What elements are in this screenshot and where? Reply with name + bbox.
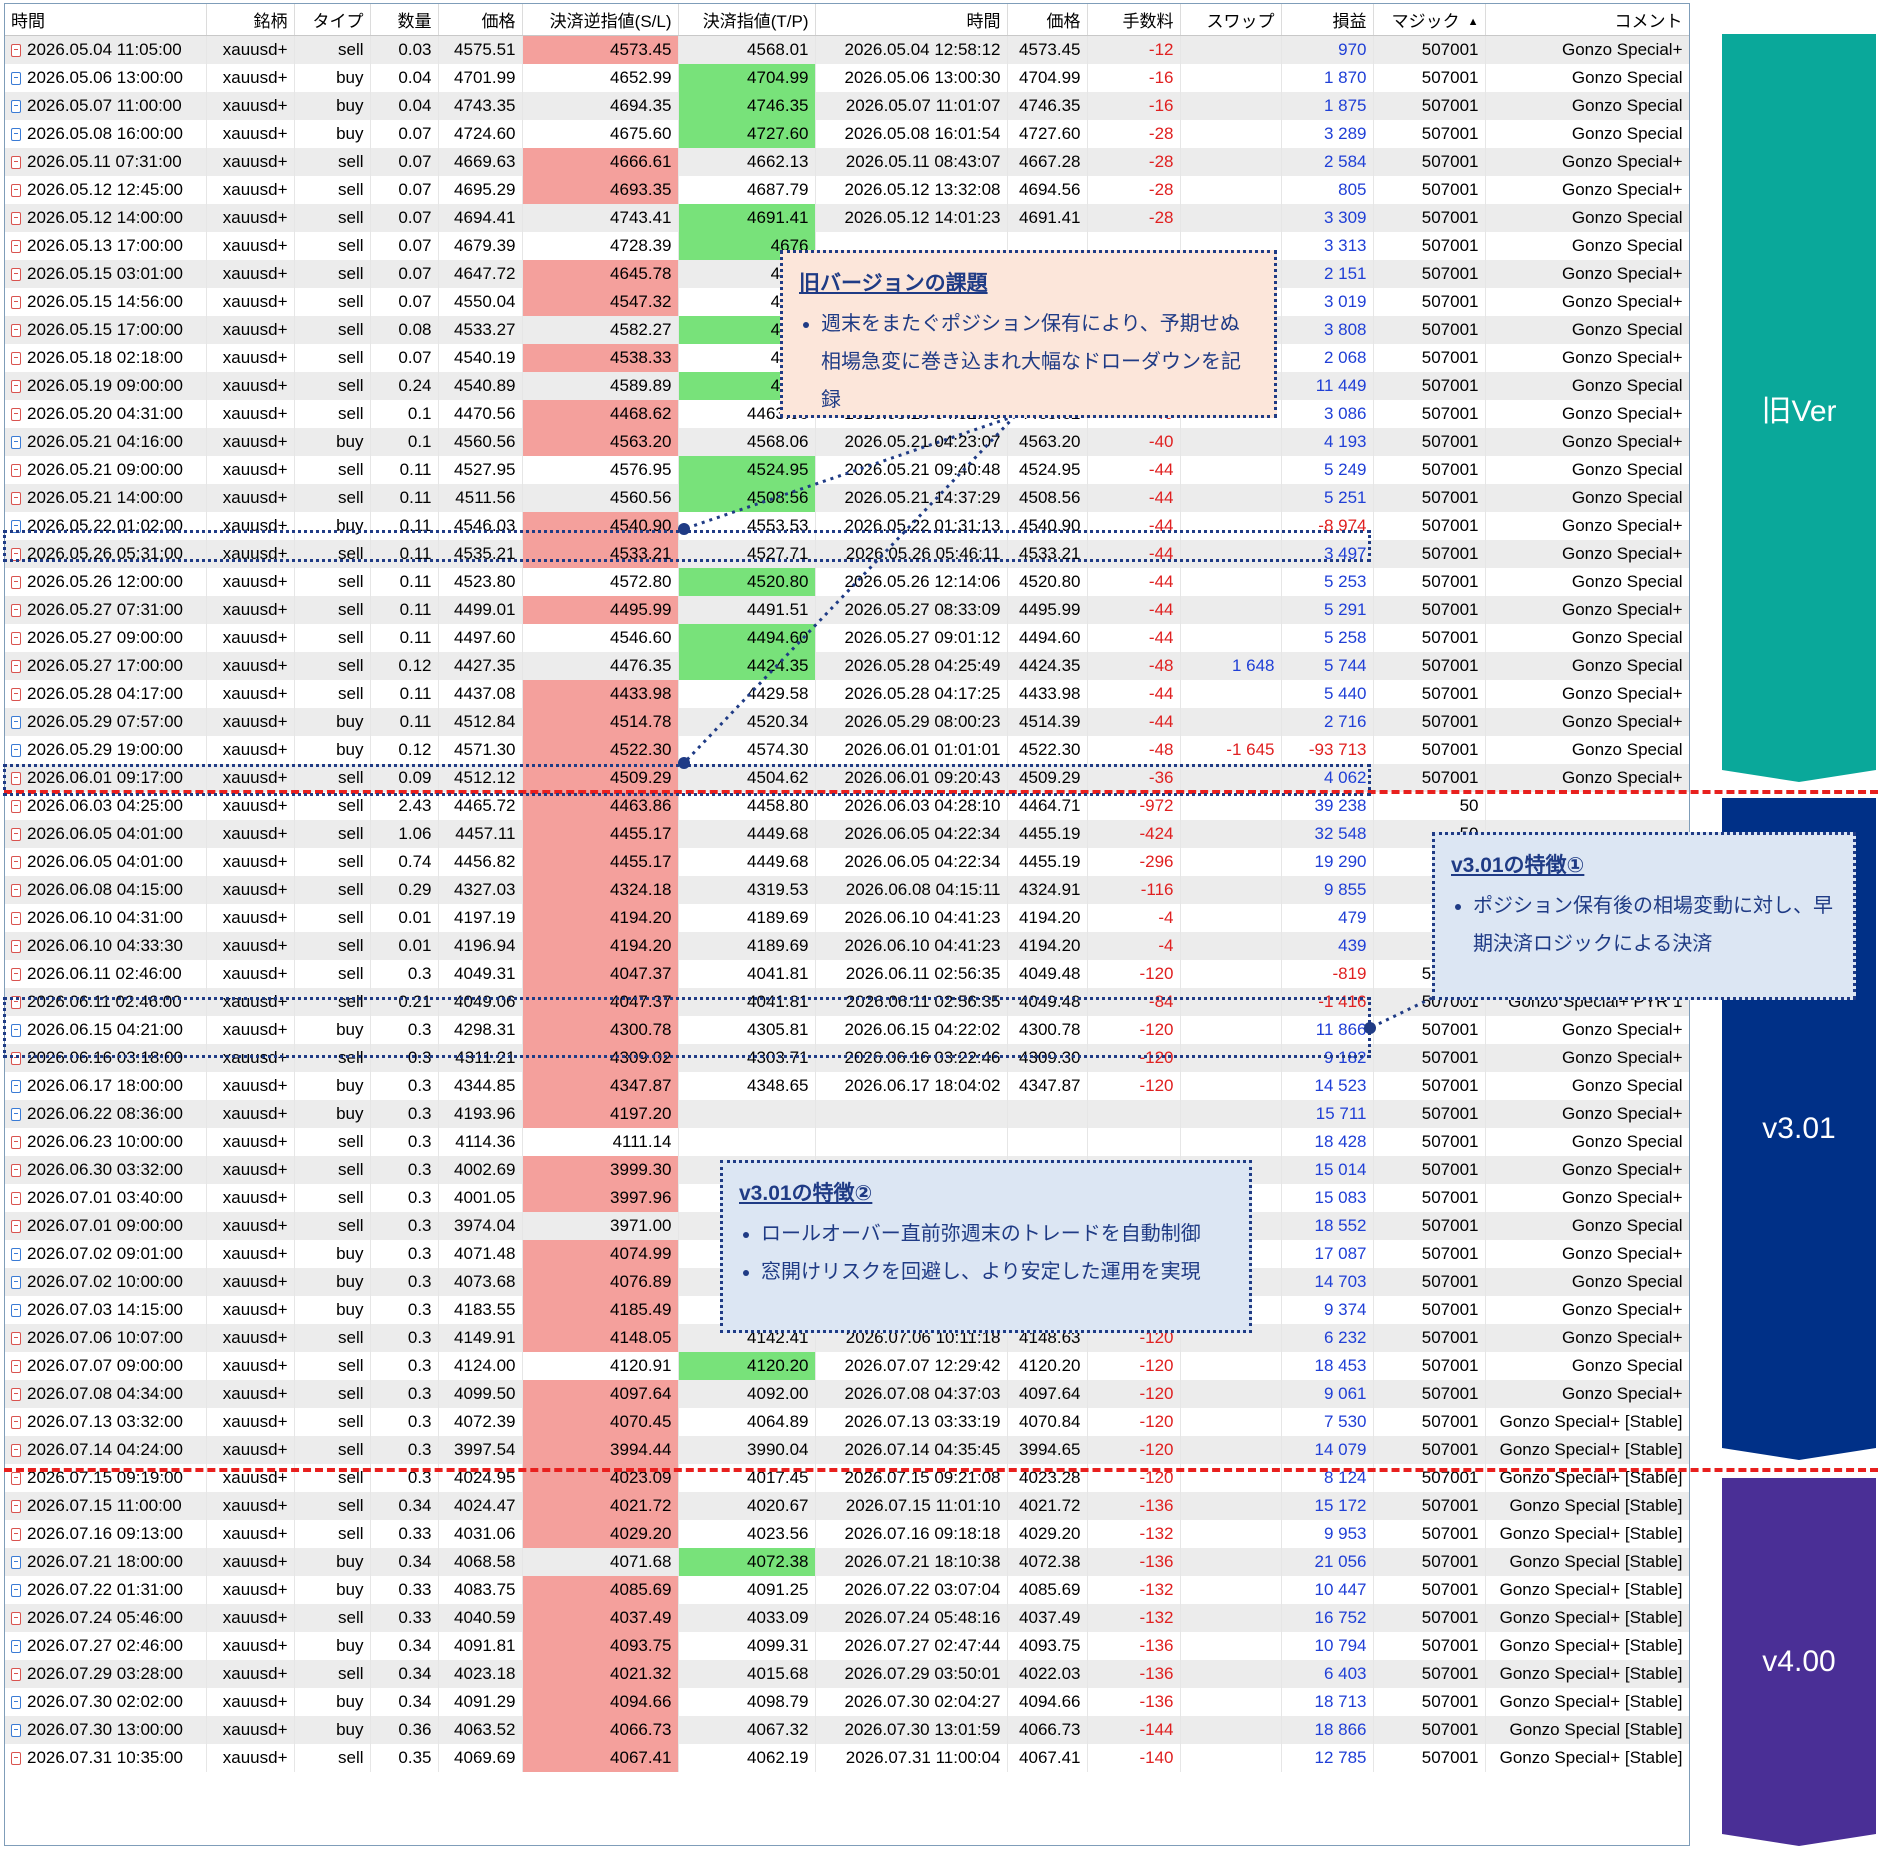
callout-old-version-issue: 旧バージョンの課題 週末をまたぐポジション保有により、予期せぬ相場急変に巻き込ま… <box>780 250 1277 418</box>
callout-v301a-title: v3.01の特徴① <box>1451 854 1585 877</box>
connector-line-2 <box>682 414 1017 765</box>
callout-old-bullet: 週末をまたぐポジション保有により、予期せぬ相場急変に巻き込まれ大幅なドローダウン… <box>821 305 1258 419</box>
callout-v301b-bullet-2: 窓開けリスクを回避し、より安定した運用を実現 <box>761 1253 1233 1291</box>
callout-v301a-list: ポジション保有後の相場変動に対し、早期決済ロジックによる決済 <box>1451 887 1837 963</box>
connector-dot-2 <box>678 757 690 769</box>
connector-dot-3 <box>1364 1022 1376 1034</box>
callout-v301b-title: v3.01の特徴② <box>739 1182 873 1205</box>
connector-dot-1 <box>678 523 690 535</box>
callout-old-title: 旧バージョンの課題 <box>799 272 988 295</box>
callout-v301-feature-1: v3.01の特徴① ポジション保有後の相場変動に対し、早期決済ロジックによる決済 <box>1432 832 1856 1000</box>
connector-line-3 <box>1369 996 1433 1030</box>
callout-v301b-list: ロールオーバー直前弥週末のトレードを自動制御 窓開けリスクを回避し、より安定した… <box>739 1215 1233 1291</box>
connector-line-1 <box>683 414 1016 531</box>
callout-v301b-bullet-1: ロールオーバー直前弥週末のトレードを自動制御 <box>761 1215 1233 1253</box>
callout-old-list: 週末をまたぐポジション保有により、予期せぬ相場急変に巻き込まれ大幅なドローダウン… <box>799 305 1258 419</box>
callout-v301a-bullet: ポジション保有後の相場変動に対し、早期決済ロジックによる決済 <box>1473 887 1837 963</box>
callout-v301-feature-2: v3.01の特徴② ロールオーバー直前弥週末のトレードを自動制御 窓開けリスクを… <box>720 1160 1252 1333</box>
